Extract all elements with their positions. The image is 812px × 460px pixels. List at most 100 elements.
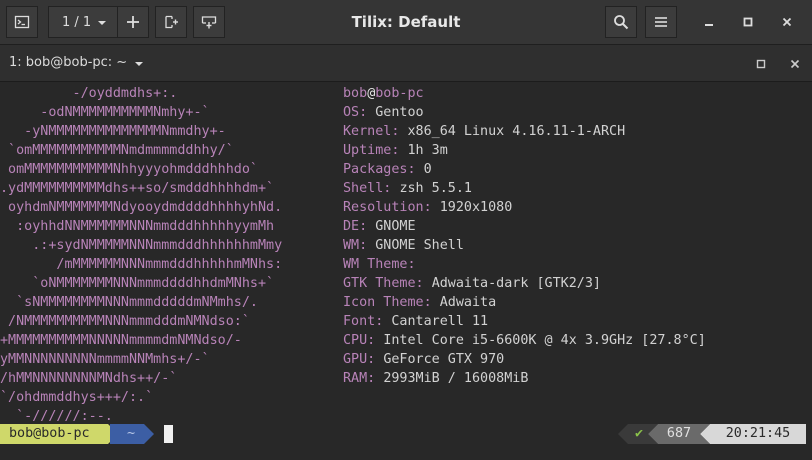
find-button[interactable]: [605, 6, 637, 38]
info-value: Cantarell 11: [391, 314, 489, 329]
minimize-button[interactable]: [697, 10, 721, 34]
info-key: GPU:: [343, 352, 376, 367]
info-row: OS: Gentoo: [343, 103, 424, 122]
plus-icon: [127, 16, 139, 28]
prompt-path: ~: [110, 424, 144, 444]
logo-line: -odNMMMMMMMMMMNmhy+-`: [0, 105, 210, 120]
logo-line: .:+sydNMMMMMNNNmmmdddhhhhhhmMmy: [0, 238, 283, 253]
main-menu-button[interactable]: [645, 6, 677, 38]
info-key: RAM:: [343, 371, 376, 386]
info-value: 0: [423, 162, 432, 177]
info-row: CPU: Intel Core i5-6600K @ 4x 3.9GHz [27…: [343, 331, 706, 350]
info-value: GeForce GTX 970: [383, 352, 505, 367]
chevron-down-icon: [98, 21, 106, 25]
header-bar: 1 / 1 Tilix: Default: [0, 0, 812, 45]
prompt-separator: [700, 424, 710, 444]
logo-line: `oNMMMMMMMNNNmmmddddhhdmMNhs+`: [0, 276, 275, 291]
prompt-time: 20:21:45: [710, 424, 806, 444]
info-value: Gentoo: [375, 105, 424, 120]
terminal-output[interactable]: -/oyddmdhs+:. -odNMMMMMMMMMMNmhy+-` -yNM…: [0, 82, 812, 460]
maximize-terminal-icon[interactable]: [756, 59, 766, 69]
logo-line: +MMMMMMMMMMNNNNNmmmmdmNMNdso/-: [0, 333, 242, 348]
info-host: bob-pc: [375, 86, 424, 101]
logo-line: `sNMMMMMMMMNNNmmmdddddmNMmhs/.: [0, 295, 258, 310]
prompt-status-check: ✔: [628, 424, 650, 444]
logo-line: `omMMMMMMMMMMMNmdmmmmddhhy/`: [0, 143, 234, 158]
info-value: 2993MiB / 16008MiB: [383, 371, 529, 386]
terminal-titlebar: 1: bob@bob-pc: ~: [0, 45, 812, 82]
maximize-button[interactable]: [736, 10, 760, 34]
info-value: x86_64 Linux 4.16.11-1-ARCH: [407, 124, 626, 139]
session-counter: 1 / 1: [62, 14, 92, 30]
split-right-icon: [165, 15, 178, 29]
text-cursor: [164, 425, 173, 443]
info-key: Icon Theme:: [343, 295, 432, 310]
split-down-button[interactable]: [193, 6, 225, 38]
terminal-menu-button[interactable]: [6, 6, 38, 38]
add-session-button[interactable]: [117, 6, 149, 38]
info-key: Shell:: [343, 181, 392, 196]
hamburger-icon: [655, 17, 667, 27]
logo-line: /hMMNNNNNNNNMNdhs++/-`: [0, 371, 178, 386]
logo-line: omMMMMMMMMMMMNhhyyyohmdddhhhdo`: [0, 162, 258, 177]
prompt-separator: [618, 424, 628, 444]
info-value: 1920x1080: [439, 200, 513, 215]
info-key: Packages:: [343, 162, 416, 177]
info-value: Adwaita-dark [GTK2/3]: [431, 276, 601, 291]
info-row: DE: GNOME: [343, 217, 416, 236]
info-key: GTK Theme:: [343, 276, 424, 291]
info-key: DE:: [343, 219, 368, 234]
info-row: Icon Theme: Adwaita: [343, 293, 496, 312]
logo-line: .ydMMMMMMMMMMdhs++so/smdddhhhhdm+`: [0, 181, 275, 196]
info-key: CPU:: [343, 333, 376, 348]
info-row: GTK Theme: Adwaita-dark [GTK2/3]: [343, 274, 601, 293]
search-icon: [614, 15, 629, 30]
info-value: Intel Core i5-6600K @ 4x 3.9GHz [27.8°C]: [383, 333, 706, 348]
info-key: Kernel:: [343, 124, 400, 139]
info-value: zsh 5.5.1: [399, 181, 472, 196]
info-user: bob: [343, 86, 368, 101]
close-button[interactable]: [775, 10, 799, 34]
logo-line: yMMNNNNNNNNNmmmmNNMmhs+/-`: [0, 352, 210, 367]
info-key: Uptime:: [343, 143, 400, 158]
info-row: Uptime: 1h 3m: [343, 141, 448, 160]
logo-line: /mMMMMMMNNNmmmdddhhhhhmMNhs:: [0, 257, 283, 272]
prompt-history-number: 687: [658, 424, 700, 444]
info-row: WM: GNOME Shell: [343, 236, 464, 255]
info-row: Font: Cantarell 11: [343, 312, 488, 331]
info-row: WM Theme:: [343, 255, 424, 274]
split-right-button[interactable]: [155, 6, 187, 38]
close-terminal-icon[interactable]: [790, 59, 800, 69]
logo-line: /NMMMMMMMMMMNNNmmmdddmNMNdso:`: [0, 314, 250, 329]
info-value: GNOME Shell: [375, 238, 464, 253]
info-key: WM Theme:: [343, 257, 416, 272]
info-userhost: bob@bob-pc: [343, 84, 424, 103]
info-value: Adwaita: [439, 295, 497, 310]
terminal-title[interactable]: 1: bob@bob-pc: ~: [9, 45, 127, 81]
info-key: OS:: [343, 105, 368, 120]
info-key: Resolution:: [343, 200, 432, 215]
tilix-window: 1 / 1 Tilix: Default 1: bob@bob-pc: ~ -/…: [0, 0, 812, 460]
logo-line: oyhdmNMMMMMMMNdyooydmddddhhhhyhNd.: [0, 200, 283, 215]
info-value: 1h 3m: [407, 143, 448, 158]
prompt-separator: [648, 424, 658, 444]
chevron-down-icon[interactable]: [134, 59, 144, 69]
close-icon: [782, 17, 792, 27]
info-key: Font:: [343, 314, 384, 329]
prompt-user-host: bob@bob-pc: [0, 424, 108, 444]
logo-line: :oyhhdNNMMMMMMNNNmmdddhhhhhyymMh: [0, 219, 275, 234]
info-row: Shell: zsh 5.5.1: [343, 179, 472, 198]
info-row: Packages: 0: [343, 160, 432, 179]
info-key: WM:: [343, 238, 368, 253]
shell-prompt: bob@bob-pc ~ ✔ 687 20:21:45: [0, 424, 812, 444]
session-switcher-button[interactable]: 1 / 1: [48, 6, 118, 38]
maximize-icon: [743, 17, 753, 27]
prompt-separator: [144, 424, 154, 444]
info-value: GNOME: [375, 219, 416, 234]
info-row: RAM: 2993MiB / 16008MiB: [343, 369, 528, 388]
logo-line: -yNMMMMMMMMMMMMMMNmmdhy+-: [0, 124, 226, 139]
logo-line: `/ohdmmddhys+++/:.`: [0, 390, 154, 405]
info-row: Resolution: 1920x1080: [343, 198, 512, 217]
info-row: GPU: GeForce GTX 970: [343, 350, 504, 369]
minimize-icon: [705, 24, 713, 26]
